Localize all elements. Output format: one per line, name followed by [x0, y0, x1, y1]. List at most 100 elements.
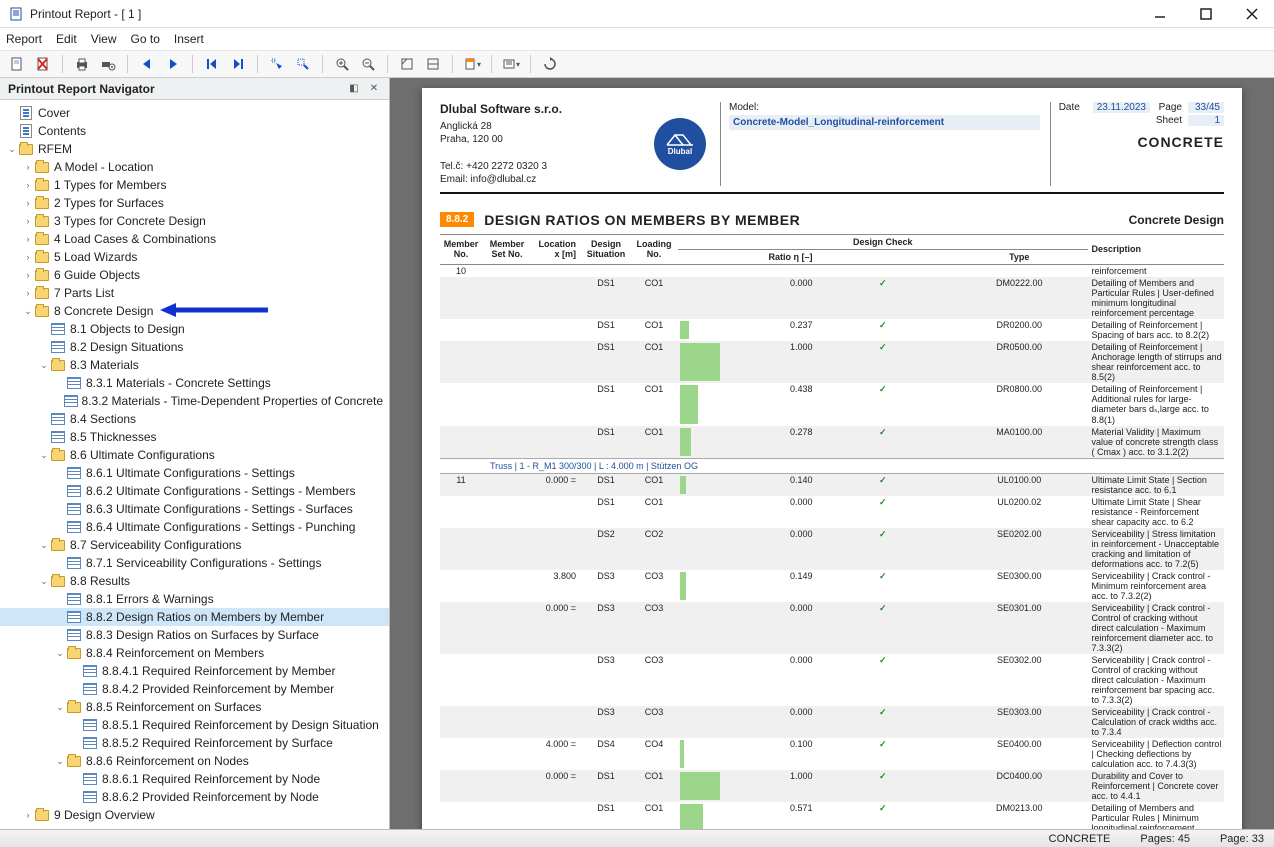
tree-item[interactable]: 8.5 Thicknesses	[0, 428, 389, 446]
tree-item-label: 7 Parts List	[54, 286, 114, 300]
tree-item[interactable]: 8.6.3 Ultimate Configurations - Settings…	[0, 500, 389, 518]
tree-item-label: 8.1 Objects to Design	[70, 322, 185, 336]
tree-item[interactable]: ›6 Guide Objects	[0, 266, 389, 284]
zoom-out-icon[interactable]	[357, 53, 379, 75]
chevron-icon[interactable]: ›	[22, 216, 34, 226]
tree-item[interactable]: ›A Model - Location	[0, 158, 389, 176]
grid-icon	[50, 340, 66, 354]
chevron-icon[interactable]: ›	[22, 810, 34, 820]
tree-item[interactable]: 8.1 Objects to Design	[0, 320, 389, 338]
minimize-button[interactable]	[1146, 4, 1174, 24]
tree-item-label: 8.8.5.1 Required Reinforcement by Design…	[102, 718, 379, 732]
delete-report-icon[interactable]	[32, 53, 54, 75]
tree-item[interactable]: 8.3.1 Materials - Concrete Settings	[0, 374, 389, 392]
nav-first-icon[interactable]	[201, 53, 223, 75]
navigator-float-icon[interactable]: ◧	[347, 82, 361, 96]
chevron-icon[interactable]: ⌄	[54, 756, 66, 767]
tree-item[interactable]: 8.8.4.2 Provided Reinforcement by Member	[0, 680, 389, 698]
tree-item[interactable]: ›1 Types for Members	[0, 176, 389, 194]
tree-item[interactable]: 8.2 Design Situations	[0, 338, 389, 356]
new-report-icon[interactable]	[6, 53, 28, 75]
chevron-icon[interactable]: ⌄	[22, 306, 34, 317]
export-icon[interactable]: ▾	[461, 53, 483, 75]
chevron-icon[interactable]: ›	[22, 288, 34, 298]
tree-item[interactable]: › 7 Parts List	[0, 284, 389, 302]
select-find-icon[interactable]	[292, 53, 314, 75]
chevron-icon[interactable]: ›	[22, 180, 34, 190]
chevron-icon[interactable]: ›	[22, 252, 34, 262]
tree-item[interactable]: 8.8.5.2 Required Reinforcement by Surfac…	[0, 734, 389, 752]
tree-item[interactable]: ⌄8.6 Ultimate Configurations	[0, 446, 389, 464]
tree-item[interactable]: ›3 Types for Concrete Design	[0, 212, 389, 230]
table-row: DS1CO10.571✓DM0213.00Detailing of Member…	[440, 802, 1224, 829]
chevron-icon[interactable]: ⌄	[54, 648, 66, 659]
table-row: 0.000 =DS3CO30.000✓SE0301.00Serviceabili…	[440, 602, 1224, 654]
tree-item[interactable]: 8.6.4 Ultimate Configurations - Settings…	[0, 518, 389, 536]
menu-edit[interactable]: Edit	[56, 32, 77, 46]
tree-item[interactable]: 8.8.6.2 Provided Reinforcement by Node	[0, 788, 389, 806]
chevron-icon[interactable]: ›	[22, 162, 34, 172]
th-description: Description	[1088, 234, 1225, 264]
chevron-icon[interactable]: ⌄	[38, 576, 50, 587]
chevron-icon[interactable]: ⌄	[38, 540, 50, 551]
menu-view[interactable]: View	[91, 32, 117, 46]
tree-item[interactable]: ›4 Load Cases & Combinations	[0, 230, 389, 248]
chevron-icon[interactable]: ⌄	[38, 450, 50, 461]
nav-prev-icon[interactable]	[136, 53, 158, 75]
tree-item[interactable]: Contents	[0, 122, 389, 140]
tree-item[interactable]: 8.4 Sections	[0, 410, 389, 428]
tree-item[interactable]: 8.8.5.1 Required Reinforcement by Design…	[0, 716, 389, 734]
zoom-in-icon[interactable]	[331, 53, 353, 75]
chevron-icon[interactable]: ⌄	[6, 144, 18, 155]
tree-item[interactable]: 8.6.2 Ultimate Configurations - Settings…	[0, 482, 389, 500]
tree-item[interactable]: ›9 Design Overview	[0, 806, 389, 824]
tree-item[interactable]: Cover	[0, 104, 389, 122]
menu-report[interactable]: Report	[6, 32, 42, 46]
chevron-icon[interactable]: ›	[22, 270, 34, 280]
refresh-icon[interactable]	[539, 53, 561, 75]
print-icon[interactable]	[71, 53, 93, 75]
tree-item[interactable]: 8.8.2 Design Ratios on Members by Member	[0, 608, 389, 626]
tree-item[interactable]: ⌄8.8 Results	[0, 572, 389, 590]
layout-2-icon[interactable]	[422, 53, 444, 75]
tree-item[interactable]: 8.8.1 Errors & Warnings	[0, 590, 389, 608]
grid-icon	[66, 466, 82, 480]
tree-item[interactable]: 8.8.4.1 Required Reinforcement by Member	[0, 662, 389, 680]
close-button[interactable]	[1238, 4, 1266, 24]
tree-item-label: 8.8.5.2 Required Reinforcement by Surfac…	[102, 736, 333, 750]
layout-1-icon[interactable]	[396, 53, 418, 75]
tree-item[interactable]: ⌄8.7 Serviceability Configurations	[0, 536, 389, 554]
maximize-button[interactable]	[1192, 4, 1220, 24]
tree-item-label: 8 Concrete Design	[54, 304, 153, 318]
chevron-icon[interactable]: ›	[22, 198, 34, 208]
menu-goto[interactable]: Go to	[131, 32, 160, 46]
chevron-icon[interactable]: ⌄	[38, 360, 50, 371]
tree-item[interactable]: 8.8.3 Design Ratios on Surfaces by Surfa…	[0, 626, 389, 644]
tree-item[interactable]: ›5 Load Wizards	[0, 248, 389, 266]
language-icon[interactable]: ▾	[500, 53, 522, 75]
tree-item[interactable]: ⌄8.8.5 Reinforcement on Surfaces	[0, 698, 389, 716]
tree-item[interactable]: ⌄ 8.3 Materials	[0, 356, 389, 374]
tree-item-label: 8.3 Materials	[70, 358, 139, 372]
tree-item[interactable]: ›2 Types for Surfaces	[0, 194, 389, 212]
table-row: DS1CO10.000✓DM0222.00Detailing of Member…	[440, 277, 1224, 319]
tree-item[interactable]: ⌄8.8.6 Reinforcement on Nodes	[0, 752, 389, 770]
app-icon	[8, 6, 24, 22]
chevron-icon[interactable]: ›	[22, 234, 34, 244]
select-icon[interactable]	[266, 53, 288, 75]
menu-insert[interactable]: Insert	[174, 32, 204, 46]
tree-item[interactable]: 8.6.1 Ultimate Configurations - Settings	[0, 464, 389, 482]
navigator-tree[interactable]: CoverContents⌄RFEM›A Model - Location›1 …	[0, 100, 389, 829]
nav-next-icon[interactable]	[162, 53, 184, 75]
tree-item[interactable]: ⌄8.8.4 Reinforcement on Members	[0, 644, 389, 662]
chevron-icon[interactable]: ⌄	[54, 702, 66, 713]
navigator-close-icon[interactable]: ✕	[367, 82, 381, 96]
print-settings-icon[interactable]	[97, 53, 119, 75]
report-viewer[interactable]: Dlubal Software s.r.o. Anglická 28 Praha…	[390, 78, 1274, 829]
tree-item[interactable]: ⌄RFEM	[0, 140, 389, 158]
nav-last-icon[interactable]	[227, 53, 249, 75]
tree-item[interactable]: 8.8.6.1 Required Reinforcement by Node	[0, 770, 389, 788]
tree-item[interactable]: 8.7.1 Serviceability Configurations - Se…	[0, 554, 389, 572]
tree-item[interactable]: 8.3.2 Materials - Time-Dependent Propert…	[0, 392, 389, 410]
company-email: Email: info@dlubal.cz	[440, 173, 640, 186]
